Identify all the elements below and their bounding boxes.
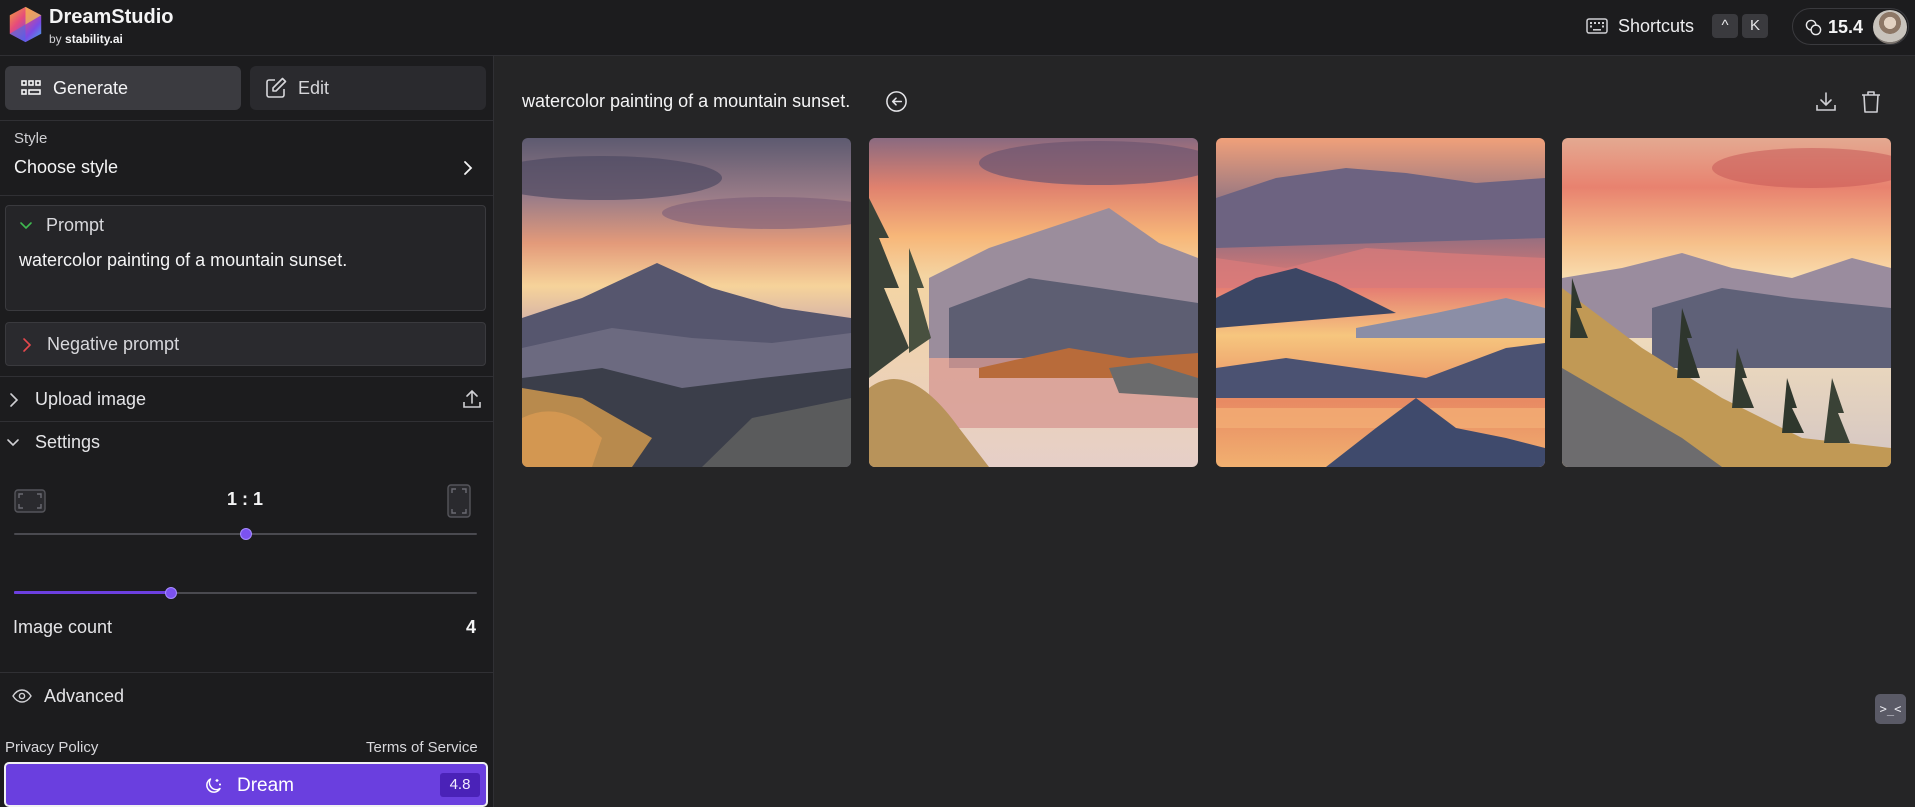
prompt-title: Prompt xyxy=(46,215,105,235)
chevron-right-icon xyxy=(10,393,19,407)
user-avatar[interactable] xyxy=(1873,10,1907,44)
settings-row[interactable]: Settings xyxy=(0,421,494,461)
negative-prompt-title: Negative prompt xyxy=(47,334,180,354)
generated-image-4[interactable] xyxy=(1562,138,1891,467)
style-label: Style xyxy=(14,130,48,147)
dream-button[interactable]: Dream 4.8 xyxy=(4,762,488,807)
dream-cost-badge: 4.8 xyxy=(440,773,480,797)
generated-image-1[interactable] xyxy=(522,138,851,467)
generated-image-3[interactable] xyxy=(1216,138,1545,467)
byline-prefix: by xyxy=(49,32,62,46)
eye-icon xyxy=(12,689,32,703)
image-count-value: 4 xyxy=(466,617,477,637)
feedback-widget-button[interactable]: >_< xyxy=(1875,694,1906,724)
helper-face-icon: >_< xyxy=(1879,702,1902,716)
chevron-right-icon[interactable] xyxy=(460,159,476,177)
tab-edit[interactable]: Edit xyxy=(250,66,486,110)
style-value: Choose style xyxy=(14,157,119,177)
edit-icon xyxy=(266,77,287,98)
tab-generate-label: Generate xyxy=(53,77,129,98)
credits-value: 15.4 xyxy=(1828,17,1864,37)
shortcut-key-k: K xyxy=(1742,14,1768,38)
dreamstudio-logo[interactable] xyxy=(7,6,44,43)
sidebar: Generate Edit Style Choose style Prompt … xyxy=(0,56,494,807)
watercolor-mountain-sunset-image xyxy=(1562,138,1891,467)
shortcuts-button[interactable]: Shortcuts xyxy=(1586,12,1694,40)
prompt-panel[interactable]: Prompt watercolor painting of a mountain… xyxy=(5,205,486,311)
grid-icon xyxy=(21,80,41,95)
image-count-label: Image count xyxy=(13,617,113,637)
keyboard-icon xyxy=(1586,18,1608,34)
style-selector[interactable] xyxy=(0,120,494,190)
advanced-toggle[interactable]: Advanced xyxy=(12,682,124,710)
divider xyxy=(0,376,494,377)
image-count-slider-thumb[interactable] xyxy=(165,587,178,599)
negative-prompt-panel[interactable]: Negative prompt xyxy=(5,322,486,366)
divider xyxy=(0,672,494,673)
reuse-prompt-icon[interactable] xyxy=(885,90,908,113)
chevron-down-icon[interactable] xyxy=(19,221,33,231)
watercolor-mountain-sunset-image xyxy=(869,138,1198,467)
watercolor-mountain-sunset-image xyxy=(522,138,851,467)
divider xyxy=(0,195,494,196)
aspect-landscape-icon[interactable] xyxy=(14,489,46,513)
trash-icon[interactable] xyxy=(1860,90,1882,114)
moon-icon xyxy=(206,778,221,793)
settings-title: Settings xyxy=(35,432,101,452)
app-name: DreamStudio xyxy=(49,6,174,28)
upload-image-title: Upload image xyxy=(35,389,147,409)
terms-of-service-link[interactable]: Terms of Service xyxy=(366,739,478,756)
credits-coin-icon xyxy=(1805,19,1822,36)
generation-prompt-title: watercolor painting of a mountain sunset… xyxy=(522,91,851,111)
top-bar: DreamStudio by stability.ai Shortcuts ^ … xyxy=(0,0,1915,56)
byline-brand: stability.ai xyxy=(65,32,123,46)
aspect-ratio-slider-thumb[interactable] xyxy=(239,528,252,540)
privacy-policy-link[interactable]: Privacy Policy xyxy=(5,739,98,756)
download-icon[interactable] xyxy=(1814,90,1838,114)
tab-generate[interactable]: Generate xyxy=(5,66,241,110)
dream-button-label: Dream xyxy=(237,775,295,796)
prompt-input[interactable]: watercolor painting of a mountain sunset… xyxy=(19,250,347,271)
advanced-label: Advanced xyxy=(44,685,125,706)
generated-image-2[interactable] xyxy=(869,138,1198,467)
aspect-portrait-icon[interactable] xyxy=(447,484,471,518)
upload-image-row[interactable]: Upload image xyxy=(0,378,494,418)
credits-badge[interactable]: 15.4 xyxy=(1792,8,1909,45)
chevron-down-icon xyxy=(7,439,19,447)
tab-edit-label: Edit xyxy=(298,77,330,98)
watercolor-mountain-sunset-image xyxy=(1216,138,1545,467)
upload-icon[interactable] xyxy=(461,388,483,410)
app-byline: by stability.ai xyxy=(49,32,123,46)
chevron-right-icon xyxy=(23,338,32,352)
shortcut-key-ctrl: ^ xyxy=(1712,14,1738,38)
shortcuts-label: Shortcuts xyxy=(1618,15,1695,36)
image-count-slider-fill xyxy=(14,591,172,594)
aspect-ratio-value: 1 : 1 xyxy=(227,489,264,509)
